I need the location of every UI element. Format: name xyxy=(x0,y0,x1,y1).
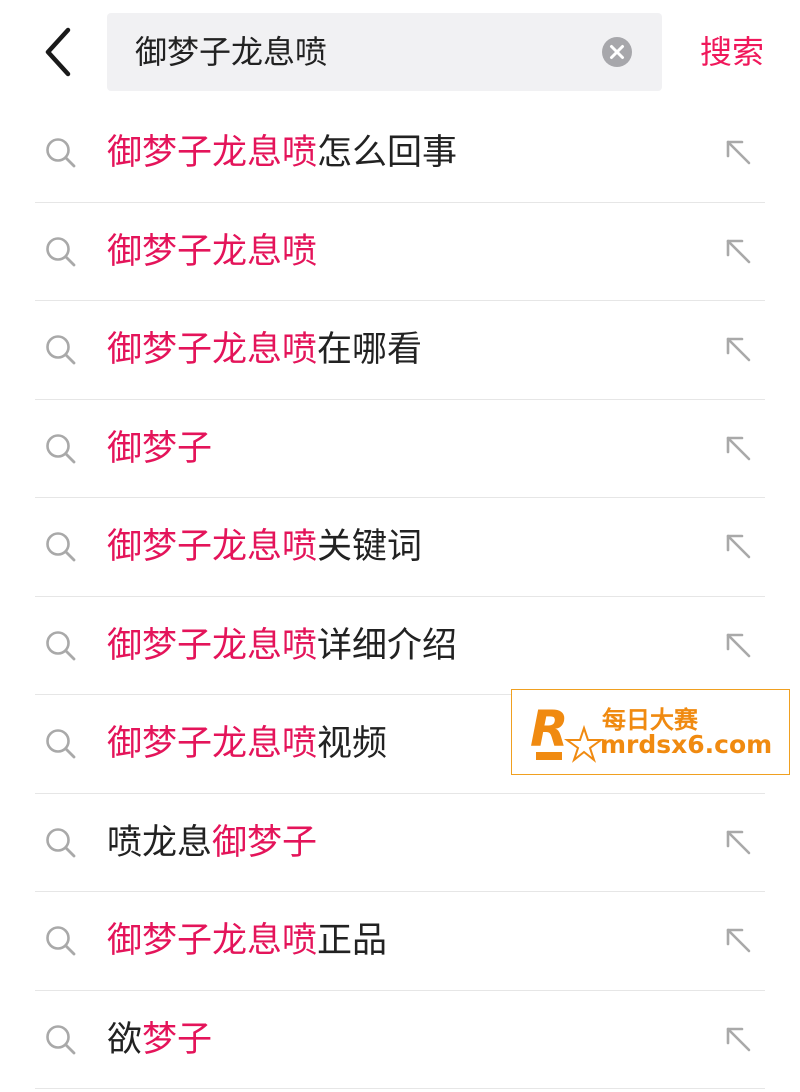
suggestion-item[interactable]: 喷龙息御梦子 xyxy=(0,794,800,892)
suggestion-item[interactable]: 御梦子龙息喷在哪看 xyxy=(0,301,800,400)
row-divider xyxy=(35,1088,765,1089)
suggestion-label: 御梦子 xyxy=(107,400,212,498)
highlight-text: 御梦子龙息喷 xyxy=(107,330,318,370)
arrow-up-left-icon[interactable] xyxy=(722,629,754,661)
suggestion-item[interactable]: 御梦子龙息喷怎么回事 xyxy=(0,104,800,203)
search-icon xyxy=(44,727,78,761)
svg-text:R: R xyxy=(530,700,569,758)
suggestion-text: 怎么回事 xyxy=(317,133,458,173)
suggestion-item[interactable]: 欲梦子 xyxy=(0,991,800,1089)
suggestion-item[interactable]: 御梦子 xyxy=(0,400,800,498)
highlight-text: 御梦子龙息喷 xyxy=(107,133,318,173)
search-icon xyxy=(44,136,78,170)
watermark-logo: R 每日大赛 mrdsx6.com xyxy=(511,689,790,775)
back-button[interactable] xyxy=(34,22,86,82)
suggestion-label: 御梦子龙息喷在哪看 xyxy=(107,301,422,399)
search-query: 御梦子龙息喷 xyxy=(135,33,328,71)
suggestion-item[interactable]: 御梦子龙息喷 xyxy=(0,203,800,301)
suggestion-text: 视频 xyxy=(317,724,388,764)
suggestion-text: 欲 xyxy=(107,1019,143,1060)
watermark-url: mrdsx6.com xyxy=(600,730,773,759)
search-icon xyxy=(44,235,78,269)
suggestion-label: 喷龙息御梦子 xyxy=(107,794,317,892)
suggestion-label: 欲梦子 xyxy=(107,991,212,1089)
arrow-up-left-icon[interactable] xyxy=(722,826,754,858)
highlight-text: 御梦子 xyxy=(107,428,213,469)
suggestion-item[interactable]: 御梦子龙息喷详细介绍 xyxy=(0,597,800,695)
suggestion-text: 在哪看 xyxy=(317,330,423,370)
search-input[interactable]: 御梦子龙息喷 xyxy=(107,13,662,91)
search-icon xyxy=(44,629,78,663)
search-icon xyxy=(44,333,78,367)
highlight-text: 御梦子龙息喷 xyxy=(107,231,318,272)
suggestion-text: 详细介绍 xyxy=(317,625,458,666)
suggestion-text: 正品 xyxy=(317,921,388,961)
highlight-text: 御梦子龙息喷 xyxy=(107,625,318,666)
suggestion-label: 御梦子龙息喷视频 xyxy=(107,695,387,793)
clear-button[interactable] xyxy=(602,37,632,67)
suggestion-item[interactable]: 御梦子龙息喷正品 xyxy=(0,892,800,991)
arrow-up-left-icon[interactable] xyxy=(722,924,754,956)
arrow-up-left-icon[interactable] xyxy=(722,432,754,464)
arrow-up-left-icon[interactable] xyxy=(722,136,754,168)
arrow-up-left-icon[interactable] xyxy=(722,1023,754,1055)
search-icon xyxy=(44,924,78,958)
suggestion-list: 御梦子龙息喷怎么回事 御梦子龙息喷 御梦子龙息喷在哪看 御梦子 御梦子龙息喷关键词 御梦子… xyxy=(0,104,800,1089)
search-button[interactable]: 搜索 xyxy=(682,20,782,84)
suggestion-label: 御梦子龙息喷详细介绍 xyxy=(107,597,457,695)
search-icon xyxy=(44,826,78,860)
arrow-up-left-icon[interactable] xyxy=(722,333,754,365)
highlight-text: 御梦子龙息喷 xyxy=(107,527,318,567)
clear-circle-icon xyxy=(602,37,632,67)
suggestion-label: 御梦子龙息喷怎么回事 xyxy=(107,104,457,202)
suggestion-label: 御梦子龙息喷 xyxy=(107,203,317,301)
arrow-up-left-icon[interactable] xyxy=(722,235,754,267)
suggestion-label: 御梦子龙息喷关键词 xyxy=(107,498,422,596)
highlight-text: 梦子 xyxy=(142,1019,213,1060)
chevron-left-icon xyxy=(45,27,71,77)
suggestion-item[interactable]: 御梦子龙息喷关键词 xyxy=(0,498,800,597)
search-icon xyxy=(44,1023,78,1057)
suggestion-text: 关键词 xyxy=(317,527,423,567)
watermark-r-star-icon: R xyxy=(530,700,604,763)
highlight-text: 御梦子 xyxy=(212,822,318,863)
highlight-text: 御梦子龙息喷 xyxy=(107,724,318,764)
highlight-text: 御梦子龙息喷 xyxy=(107,921,318,961)
suggestion-label: 御梦子龙息喷正品 xyxy=(107,892,387,990)
search-header: 御梦子龙息喷 搜索 xyxy=(0,0,800,104)
search-icon xyxy=(44,530,78,564)
search-icon xyxy=(44,432,78,466)
suggestion-text: 喷龙息 xyxy=(107,822,213,863)
arrow-up-left-icon[interactable] xyxy=(722,530,754,562)
